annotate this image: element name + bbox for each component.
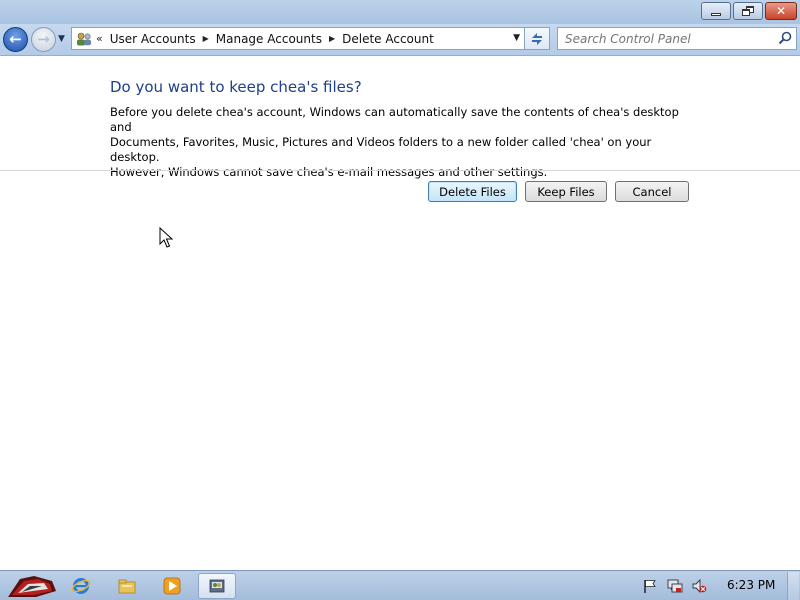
windows-explorer-icon[interactable] bbox=[108, 573, 146, 599]
refresh-button[interactable] bbox=[525, 27, 550, 50]
breadcrumb-separator-icon[interactable]: ▶ bbox=[325, 34, 339, 43]
cancel-button[interactable]: Cancel bbox=[615, 181, 689, 202]
taskbar: 6:23 PM bbox=[0, 570, 800, 600]
description-line: Before you delete chea's account, Window… bbox=[110, 105, 679, 134]
address-bar[interactable]: « User Accounts ▶ Manage Accounts ▶ Dele… bbox=[71, 27, 525, 50]
show-desktop-button[interactable] bbox=[787, 572, 799, 600]
restore-button[interactable] bbox=[733, 2, 763, 20]
divider bbox=[0, 170, 800, 171]
recent-pages-dropdown-icon[interactable]: ▼ bbox=[58, 34, 65, 44]
back-arrow-icon: ← bbox=[9, 30, 22, 48]
media-player-icon[interactable] bbox=[153, 573, 191, 599]
volume-muted-icon[interactable] bbox=[691, 578, 707, 594]
restore-icon bbox=[742, 6, 754, 16]
address-dropdown-icon[interactable]: ▼ bbox=[513, 33, 520, 43]
description-line: However, Windows cannot save chea's e-ma… bbox=[110, 165, 548, 179]
close-icon: ✕ bbox=[775, 4, 787, 18]
forward-arrow-icon: → bbox=[37, 30, 50, 48]
user-accounts-icon bbox=[74, 30, 94, 48]
main-content: Do you want to keep chea's files? Before… bbox=[0, 57, 800, 570]
minimize-button[interactable] bbox=[701, 2, 731, 20]
delete-files-button[interactable]: Delete Files bbox=[428, 181, 517, 202]
breadcrumb-delete-account[interactable]: Delete Account bbox=[339, 32, 437, 46]
breadcrumb-overflow[interactable]: « bbox=[96, 32, 103, 45]
back-button[interactable]: ← bbox=[3, 27, 28, 52]
breadcrumb-user-accounts[interactable]: User Accounts bbox=[107, 32, 199, 46]
close-button[interactable]: ✕ bbox=[765, 2, 797, 20]
start-orb-icon[interactable] bbox=[6, 573, 58, 599]
clock[interactable]: 6:23 PM bbox=[727, 578, 775, 592]
search-icon[interactable] bbox=[777, 30, 793, 46]
mouse-pointer-icon bbox=[159, 227, 173, 248]
description-line: Documents, Favorites, Music, Pictures an… bbox=[110, 135, 652, 164]
description-text: Before you delete chea's account, Window… bbox=[110, 105, 690, 180]
search-box[interactable] bbox=[557, 27, 797, 50]
network-icon[interactable] bbox=[667, 578, 683, 594]
action-center-flag-icon[interactable] bbox=[642, 578, 658, 594]
forward-button[interactable]: → bbox=[31, 27, 56, 52]
navigation-bar: ← → ▼ « User Accounts ▶ Manage Accounts … bbox=[0, 24, 800, 56]
breadcrumb-separator-icon[interactable]: ▶ bbox=[199, 34, 213, 43]
keep-files-button[interactable]: Keep Files bbox=[525, 181, 607, 202]
minimize-icon bbox=[711, 12, 721, 16]
notification-area bbox=[636, 571, 800, 600]
breadcrumb-manage-accounts[interactable]: Manage Accounts bbox=[213, 32, 325, 46]
title-bar: ✕ bbox=[0, 0, 800, 24]
refresh-icon bbox=[532, 32, 542, 45]
internet-explorer-icon[interactable] bbox=[62, 573, 100, 599]
search-input[interactable] bbox=[558, 28, 768, 49]
page-title: Do you want to keep chea's files? bbox=[110, 78, 362, 96]
control-panel-icon[interactable] bbox=[198, 573, 236, 599]
